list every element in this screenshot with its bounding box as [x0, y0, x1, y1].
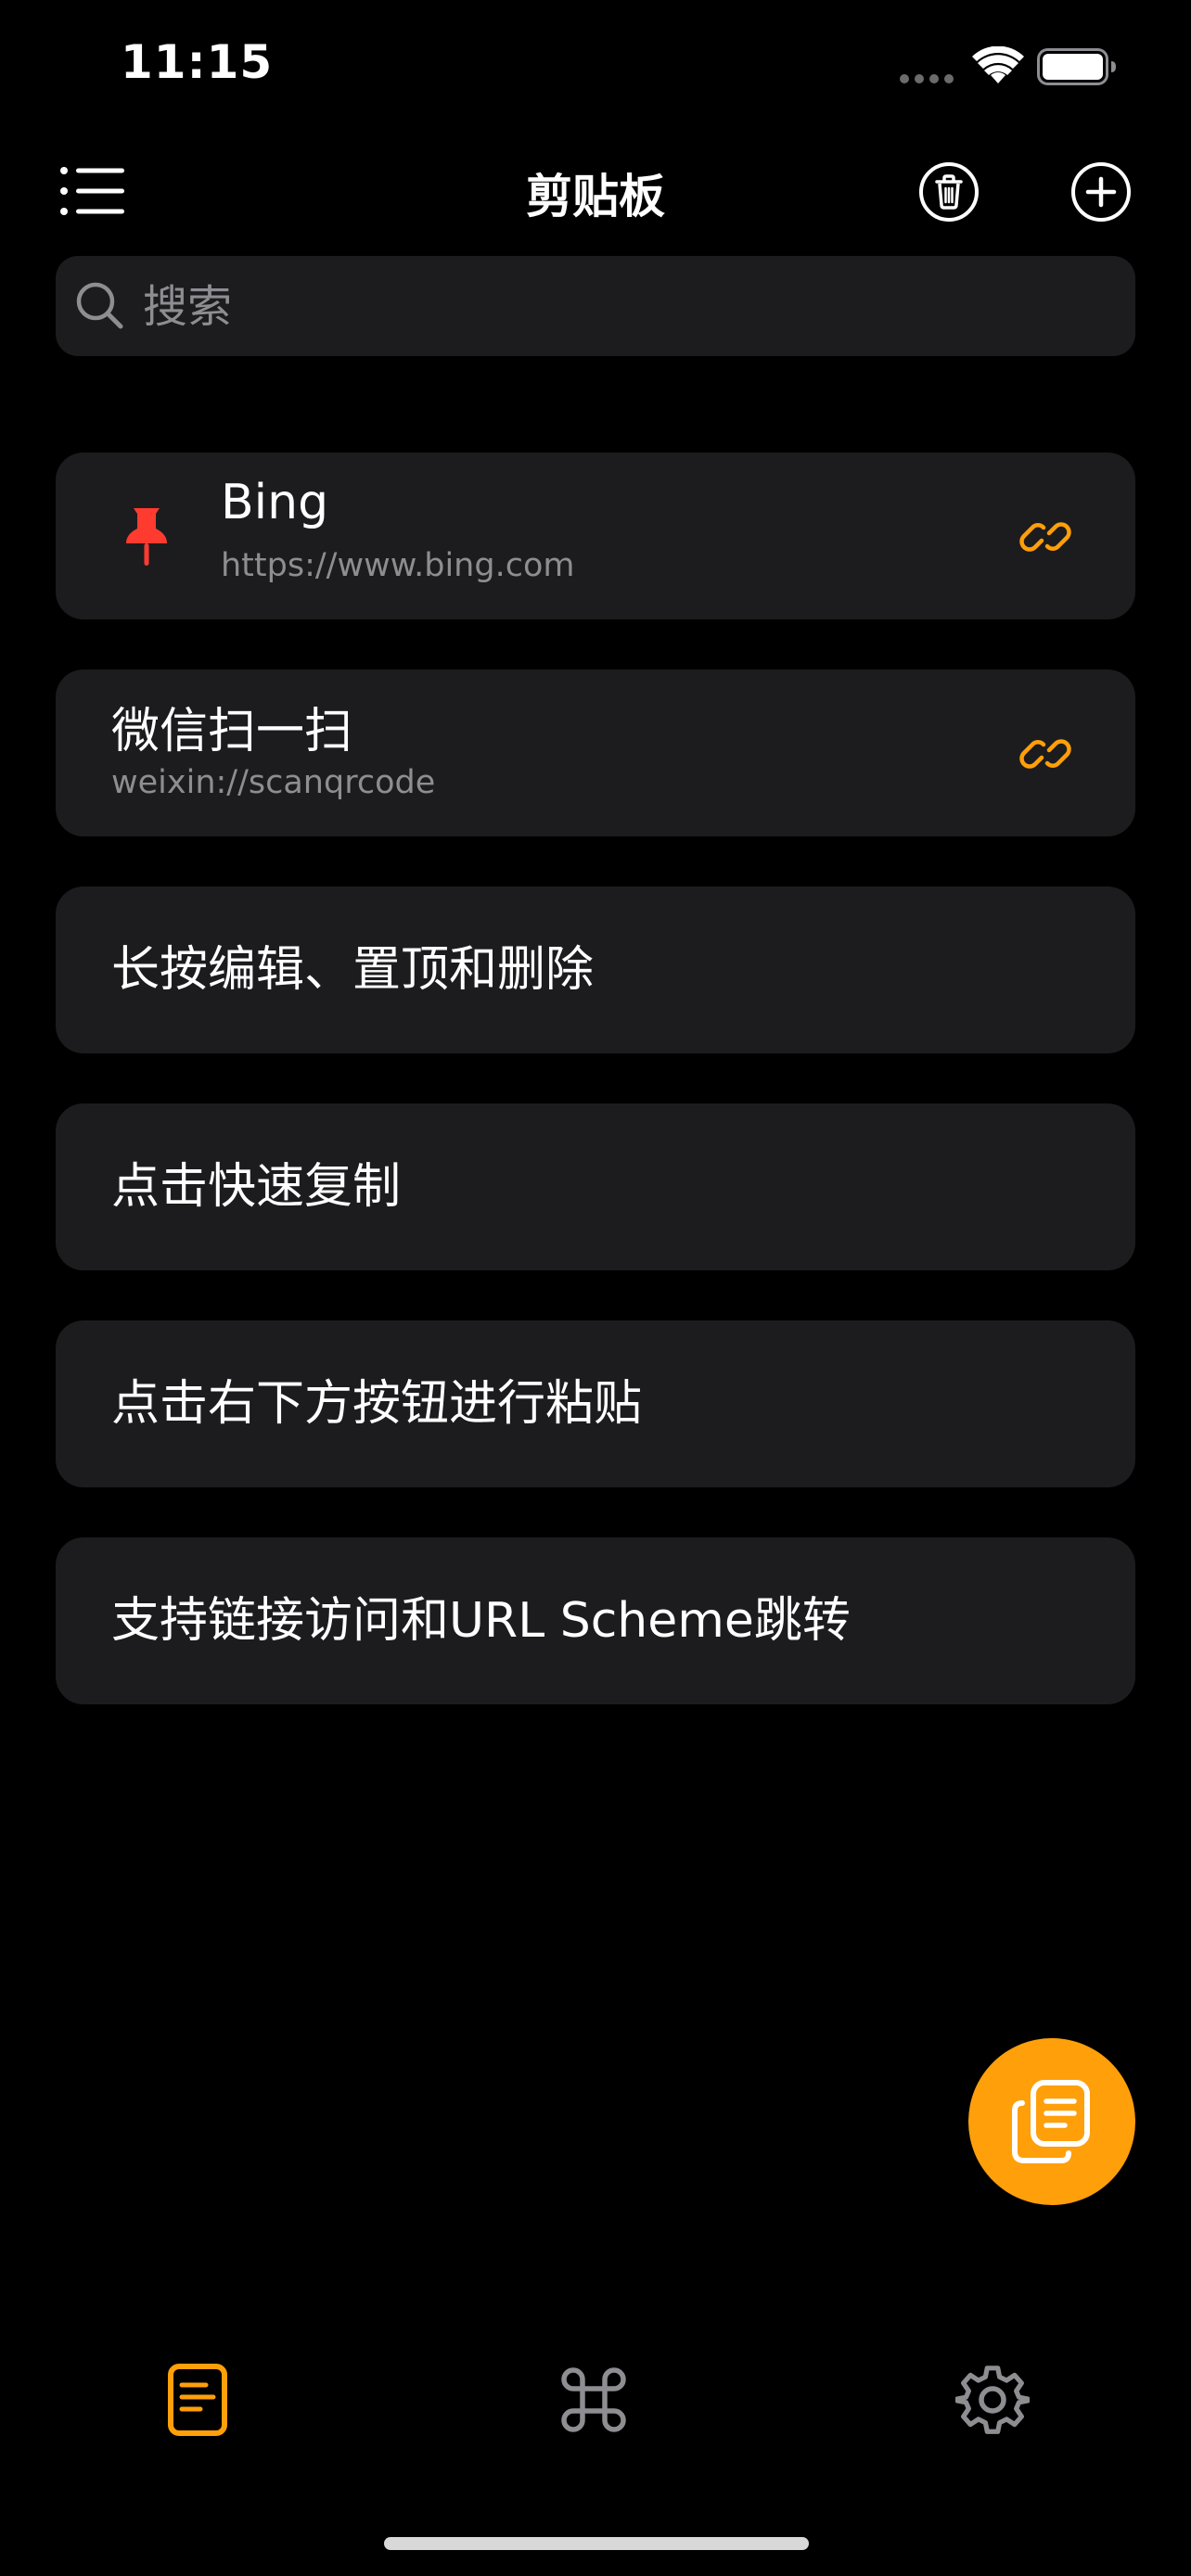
- list-item[interactable]: 长按编辑、置顶和删除: [56, 886, 1135, 1053]
- command-icon[interactable]: [557, 2363, 631, 2437]
- item-subtitle: weixin://scanqrcode: [111, 764, 436, 801]
- status-bar: 11:15: [0, 0, 1191, 130]
- list-item[interactable]: 微信扫一扫 weixin://scanqrcode: [56, 670, 1135, 836]
- list-item[interactable]: 点击右下方按钮进行粘贴: [56, 1320, 1135, 1487]
- pin-icon: [126, 508, 167, 566]
- wifi-icon: [972, 46, 1024, 83]
- cellular-signal-icon: [900, 74, 954, 83]
- link-icon[interactable]: [1018, 510, 1072, 564]
- paste-button[interactable]: [968, 2038, 1135, 2205]
- item-title: 微信扫一扫: [111, 704, 353, 759]
- search-input[interactable]: [141, 256, 1119, 358]
- clipboard-icon[interactable]: [161, 2363, 236, 2437]
- search-icon: [76, 282, 123, 329]
- item-subtitle: https://www.bing.com: [221, 547, 575, 584]
- list-item[interactable]: Bing https://www.bing.com: [56, 453, 1135, 619]
- page-title: 剪贴板: [526, 170, 665, 223]
- navigation-bar: 剪贴板: [0, 139, 1191, 241]
- list-icon[interactable]: [59, 165, 124, 217]
- item-title: 点击快速复制: [111, 1159, 402, 1215]
- status-time: 11:15: [121, 35, 274, 89]
- plus-circle-icon[interactable]: [1070, 161, 1132, 223]
- home-indicator: [384, 2537, 809, 2550]
- battery-icon: [1037, 48, 1116, 85]
- gear-icon[interactable]: [955, 2363, 1030, 2437]
- item-title: 长按编辑、置顶和删除: [111, 942, 595, 998]
- paste-icon: [1012, 2080, 1090, 2163]
- list-item[interactable]: 支持链接访问和URL Scheme跳转: [56, 1537, 1135, 1704]
- item-title: 支持链接访问和URL Scheme跳转: [111, 1593, 851, 1649]
- item-title: 点击右下方按钮进行粘贴: [111, 1376, 643, 1432]
- item-title: Bing: [221, 475, 329, 530]
- tab-bar: [0, 2337, 1191, 2457]
- trash-icon[interactable]: [918, 161, 980, 223]
- link-icon[interactable]: [1018, 727, 1072, 781]
- search-bar[interactable]: [56, 256, 1135, 358]
- list-item[interactable]: 点击快速复制: [56, 1103, 1135, 1270]
